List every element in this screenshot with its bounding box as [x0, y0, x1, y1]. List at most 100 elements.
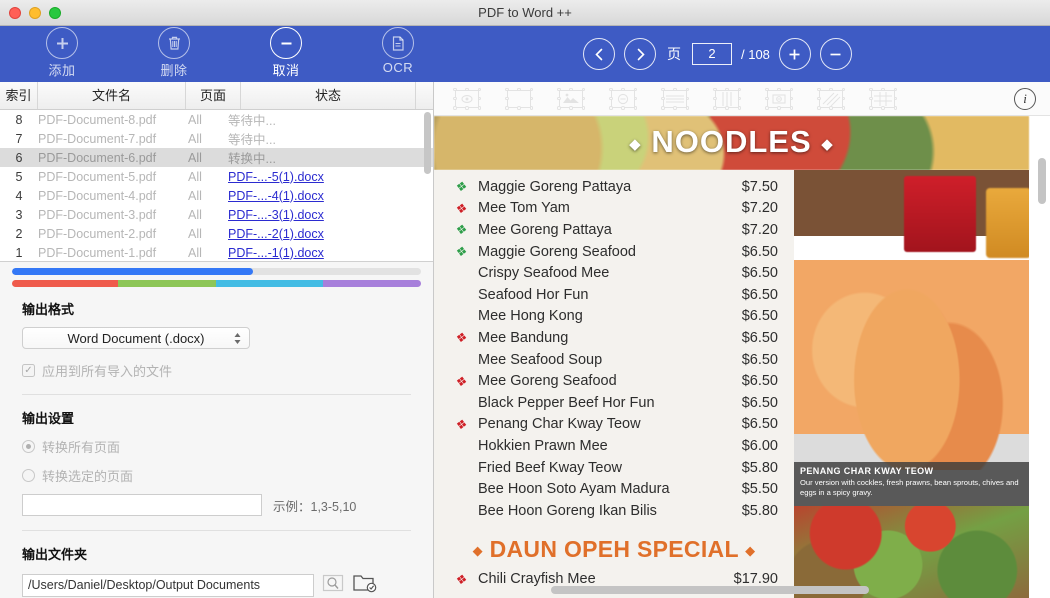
table-row[interactable]: 8 PDF-Document-8.pdf All 等待中... [0, 110, 433, 129]
output-folder-row: /Users/Daniel/Desktop/Output Documents [22, 572, 411, 598]
menu-item-name: Hokkien Prawn Mee [478, 437, 608, 454]
table-row[interactable]: 7 PDF-Document-7.pdf All 等待中... [0, 129, 433, 148]
convert-all-row[interactable]: 转换所有页面 [22, 437, 411, 456]
minus-circle-icon [270, 27, 302, 59]
zoom-in-button[interactable] [778, 38, 811, 70]
cell-pages: All [188, 245, 202, 260]
output-settings-title: 输出设置 [22, 411, 75, 426]
menu-item-row: Fried Beef Kway Teow $5.80 [434, 457, 794, 479]
folder-check-icon[interactable] [352, 572, 378, 598]
cell-status[interactable]: PDF-...-5(1).docx [228, 170, 433, 184]
column-header-index[interactable]: 索引 [0, 82, 38, 109]
chili-pepper-icon: ❖ [454, 243, 469, 260]
cell-status[interactable]: PDF-...-4(1).docx [228, 189, 433, 203]
menu-item-name: Maggie Goreng Pattaya [478, 178, 632, 195]
region-blank-icon[interactable] [505, 87, 533, 110]
add-button-label: 添加 [48, 63, 76, 78]
region-circle-icon[interactable] [609, 87, 637, 110]
region-columns-icon[interactable] [713, 87, 741, 110]
chili-pepper-icon: ❖ [454, 372, 469, 390]
status-link[interactable]: PDF-...-1(1).docx [228, 246, 324, 260]
delete-button[interactable]: 删除 [144, 27, 204, 79]
convert-all-radio[interactable] [22, 440, 35, 453]
table-row[interactable]: 5 PDF-Document-5.pdf All PDF-...-5(1).docx [0, 167, 433, 186]
region-table-icon[interactable] [869, 87, 897, 110]
menu-item-name: Fried Beef Kway Teow [478, 459, 622, 476]
table-row[interactable]: 2 PDF-Document-2.pdf All PDF-...-2(1).docx [0, 224, 433, 243]
cell-index: 4 [15, 188, 23, 203]
document-view[interactable]: ◆ NOODLES ◆ ❖ Maggie Goreng Pattaya $7.50 ❖… [434, 116, 1050, 598]
cell-status[interactable]: PDF-...-2(1).docx [228, 227, 433, 241]
status-link[interactable]: PDF-...-5(1).docx [228, 170, 324, 184]
menu-second-section-title: ◆ DAUN OPEH SPECIAL ◆ [434, 534, 794, 569]
apply-all-row[interactable]: ✓ 应用到所有导入的文件 [22, 361, 411, 380]
info-icon[interactable]: i [1014, 87, 1036, 110]
menu-item-name: Bee Hoon Goreng Ikan Bilis [478, 502, 657, 519]
photo-caption: PENANG CHAR KWAY TEOW Our version with c… [794, 462, 1029, 506]
cell-pages: All [188, 131, 202, 146]
output-folder-input[interactable]: /Users/Daniel/Desktop/Output Documents [22, 574, 314, 597]
file-table-body[interactable]: 8 PDF-Document-8.pdf All 等待中... 7 PDF-Documen… [0, 110, 433, 262]
region-image-icon[interactable] [557, 87, 585, 110]
window-title: PDF to Word ++ [478, 5, 572, 20]
status-link[interactable]: PDF-...-2(1).docx [228, 227, 324, 241]
cell-index: 7 [15, 131, 23, 146]
cancel-button-label: 取消 [272, 63, 300, 78]
table-row[interactable]: 1 PDF-Document-1.pdf All PDF-...-1(1).docx [0, 243, 433, 261]
menu-item-name: Mee Goreng Pattaya [478, 221, 612, 238]
menu-item-price: $6.50 [741, 308, 778, 325]
cell-pages: All [188, 226, 202, 241]
cell-status[interactable]: PDF-...-3(1).docx [228, 208, 433, 222]
menu-item-name: Mee Seafood Soup [478, 351, 603, 368]
preview-horizontal-scrollbar[interactable] [551, 586, 869, 594]
menu-item-price: $6.50 [741, 243, 778, 260]
diamond-icon-left: ◆ [472, 542, 483, 558]
status-link[interactable]: PDF-...-3(1).docx [228, 208, 324, 222]
output-format-select[interactable]: Word Document (.docx) [22, 327, 250, 349]
preview-vertical-scrollbar[interactable] [1038, 158, 1046, 204]
status-link[interactable]: PDF-...-4(1).docx [228, 189, 324, 203]
next-page-button[interactable] [624, 38, 656, 70]
region-tool-bar: i [434, 82, 1050, 116]
region-eye-icon[interactable] [453, 87, 481, 110]
cell-filename: PDF-Document-5.pdf [38, 169, 157, 184]
region-hatch-icon[interactable] [817, 87, 845, 110]
menu-item-name: Mee Bandung [478, 329, 569, 346]
table-row[interactable]: 4 PDF-Document-4.pdf All PDF-...-4(1).docx [0, 186, 433, 205]
region-inset-icon[interactable] [765, 87, 793, 110]
cancel-button[interactable]: 取消 [256, 27, 316, 79]
file-list-scrollbar[interactable] [424, 112, 431, 174]
menu-item-row: Black Pepper Beef Hor Fun $6.50 [434, 392, 794, 414]
page-range-row: 示例：1,3-5,10 [22, 494, 411, 516]
progress-segment [118, 280, 217, 287]
menu-item-price: $6.50 [741, 286, 778, 303]
menu-item-name: Bee Hoon Soto Ayam Madura [478, 481, 670, 498]
menu-item-price: $7.20 [741, 221, 778, 238]
region-rows-icon[interactable] [661, 87, 689, 110]
page-range-input[interactable] [22, 494, 262, 516]
column-header-pages[interactable]: 页面 [186, 82, 241, 109]
column-header-name[interactable]: 文件名 [38, 82, 186, 109]
magnifier-box-icon[interactable] [322, 573, 344, 598]
menu-item-row: Hokkien Prawn Mee $6.00 [434, 435, 794, 457]
menu-item-price: $6.50 [741, 416, 778, 433]
cell-filename: PDF-Document-8.pdf [38, 112, 157, 127]
table-row[interactable]: 3 PDF-Document-3.pdf All PDF-...-3(1).docx [0, 205, 433, 224]
table-row[interactable]: 6 PDF-Document-6.pdf All 转换中... [0, 148, 433, 167]
convert-selected-radio[interactable] [22, 469, 35, 482]
column-header-status[interactable]: 状态 [241, 82, 416, 109]
convert-selected-row[interactable]: 转换选定的页面 [22, 466, 411, 485]
menu-item-row: ❖ Maggie Goreng Seafood $6.50 [434, 241, 794, 263]
page-number-input[interactable]: 2 [692, 43, 732, 65]
menu-item-name: Mee Hong Kong [478, 308, 583, 325]
zoom-out-button[interactable] [819, 38, 852, 70]
apply-all-checkbox[interactable]: ✓ [22, 364, 35, 377]
cell-pages: All [188, 112, 202, 127]
settings-divider-2 [22, 530, 411, 531]
chili-pepper-icon: ❖ [454, 178, 469, 196]
prev-page-button[interactable] [583, 38, 615, 70]
add-button[interactable]: 添加 [32, 27, 92, 79]
ocr-button[interactable]: OCR [368, 27, 428, 75]
cell-status[interactable]: PDF-...-1(1).docx [228, 246, 433, 260]
convert-selected-label: 转换选定的页面 [42, 469, 134, 484]
